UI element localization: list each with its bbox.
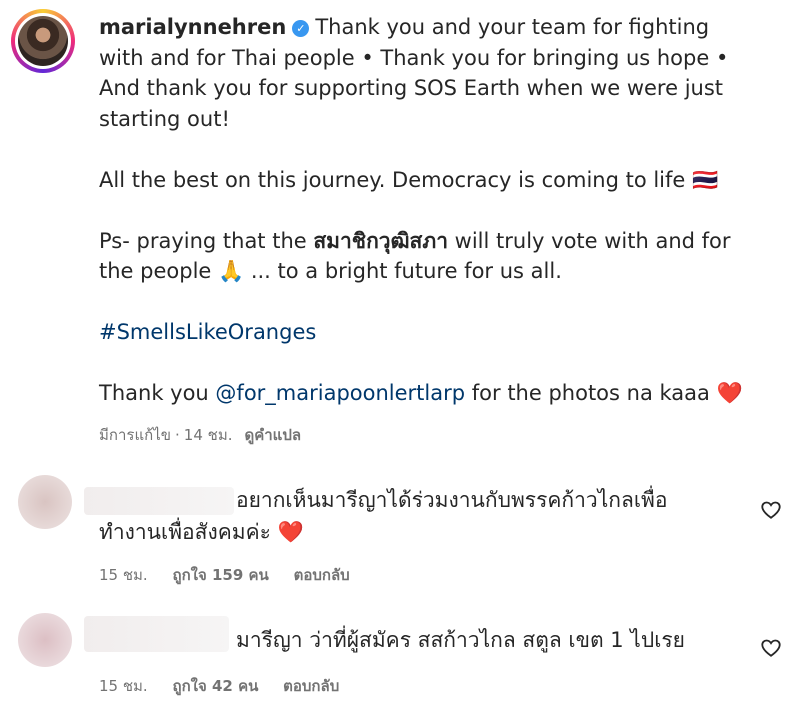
red-heart-emoji: ❤️ [277,520,304,544]
reply-avatar-blurred[interactable] [18,475,72,529]
edited-label: มีการแก้ไข [99,426,171,444]
reply-text: อยากเห็นมารีญาได้ร่วมงานกับพรรคก้าวไกลเพ… [99,488,668,544]
reply-button[interactable]: ตอบกลับ [283,677,339,695]
heart-outline-icon[interactable] [760,499,782,521]
translate-button[interactable]: ดูคำแปล [244,426,301,444]
author-avatar[interactable] [11,9,75,73]
reply-like-count[interactable]: ถูกใจ 42 คน [172,677,258,695]
reply-time: 15 ชม. [99,677,148,695]
reply-button[interactable]: ตอบกลับ [294,566,350,584]
heart-outline-icon[interactable] [760,637,782,659]
mention-link[interactable]: @for_mariapoonlertlarp [215,381,465,405]
comment-text-5a: Thank you [99,381,216,405]
comment-thread: marialynnehren ✓ Thank you and your team f… [0,0,800,709]
reply-time: 15 ชม. [99,566,148,584]
verified-badge-icon: ✓ [292,20,310,37]
hashtag-link[interactable]: #SmellsLikeOranges [99,320,316,344]
author-username[interactable]: marialynnehren [99,15,286,39]
comment-meta: มีการแก้ไข · 14 ชม. ดูคำแปล [99,423,301,447]
comment-text-5b: for the photos na kaaa [465,381,710,405]
comment-body: marialynnehren ✓ Thank you and your team f… [99,12,749,409]
comment-text-3a: Ps- praying that the [99,228,314,253]
comment-time: 14 ชม. [183,426,233,444]
meta-separator: · [175,426,180,444]
red-heart-emoji: ❤️ [716,381,743,405]
reply-meta: 15 ชม. ถูกใจ 159 คน ตอบกลับ [99,563,370,587]
author-avatar-photo [18,16,68,66]
reply-avatar-blurred[interactable] [18,613,72,667]
reply-text: มารีญา ว่าที่ผู้สมัคร สสก้าวไกล สตูล เขต… [236,628,685,652]
comment-text-3-bold: สมาชิกวุฒิสภา [313,228,448,253]
reply-like-count[interactable]: ถูกใจ 159 คน [172,566,268,584]
reply-meta: 15 ชม. ถูกใจ 42 คน ตอบกลับ [99,674,359,698]
comment-text-2: All the best on this journey. Democracy … [99,167,719,192]
